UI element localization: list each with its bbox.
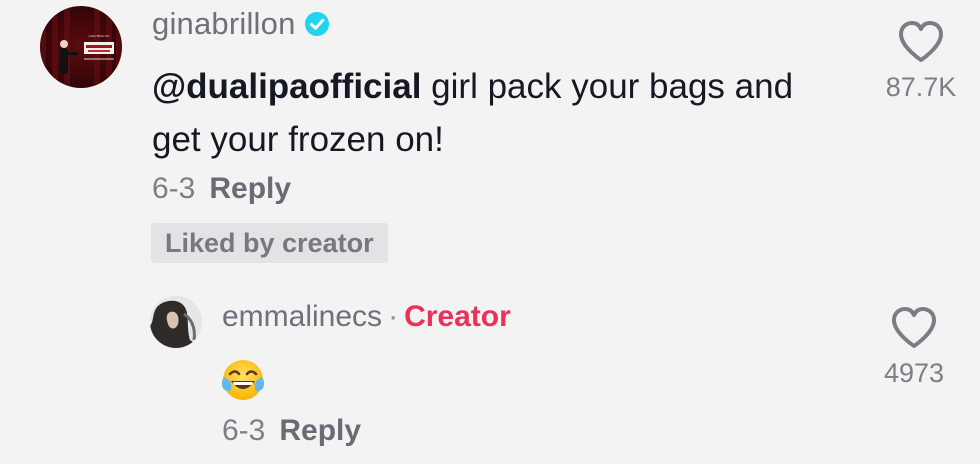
avatar[interactable]: GINA BRILLON: [40, 6, 122, 88]
reply-meta: 6-3 Reply: [222, 414, 361, 448]
liked-by-creator-badge: Liked by creator: [151, 223, 388, 263]
avatar-text: GINA BRILLON: [89, 34, 110, 38]
reply-avatar-image: [150, 296, 202, 348]
verified-badge-icon: [304, 12, 329, 36]
heart-outline-icon[interactable]: [897, 20, 945, 64]
reply-button[interactable]: Reply: [209, 172, 291, 205]
comment-like-button[interactable]: 87.7K: [876, 20, 966, 103]
heart-outline-icon[interactable]: [890, 306, 938, 350]
reply-reply-button[interactable]: Reply: [279, 414, 361, 447]
reply-like-count: 4973: [883, 358, 945, 388]
reply-username-row: emmalinecs · Creator: [222, 300, 511, 334]
reply-like-button[interactable]: 4973: [868, 306, 960, 389]
reply-date: 6-3: [222, 414, 266, 447]
face-with-tears-of-joy-icon: [221, 360, 265, 400]
creator-tag: Creator: [404, 300, 511, 333]
comment-username[interactable]: ginabrillon: [152, 6, 296, 42]
comment-like-count: 87.7K: [885, 72, 957, 102]
reply-username[interactable]: emmalinecs: [222, 300, 382, 333]
comment-thread: GINA BRILLON ginabrillon @dualipaofficia…: [0, 0, 980, 464]
comment-username-row: ginabrillon: [152, 6, 330, 42]
comment-meta: 6-3 Reply: [152, 172, 291, 206]
separator-dot: ·: [388, 300, 399, 333]
comment-date: 6-3: [152, 172, 196, 205]
avatar-image: GINA BRILLON: [40, 6, 122, 88]
mention-link[interactable]: @dualipaofficial: [152, 67, 421, 106]
reply-avatar[interactable]: [150, 296, 202, 348]
comment-body: @dualipaofficial girl pack your bags and…: [152, 60, 842, 166]
